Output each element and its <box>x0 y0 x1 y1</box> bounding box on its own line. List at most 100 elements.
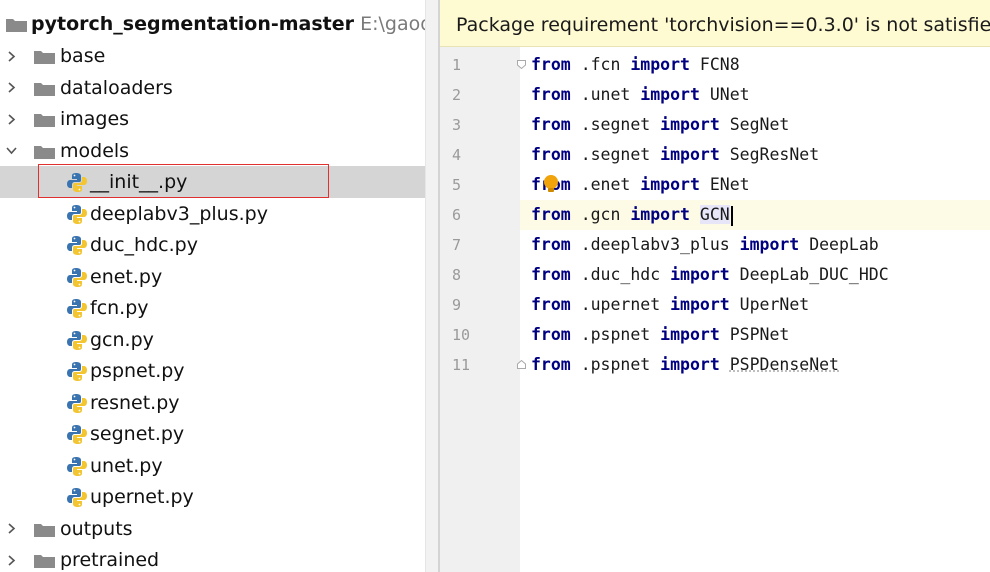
tree-item-label: resnet.py <box>90 391 180 414</box>
imported-name: SegNet <box>729 115 790 134</box>
tree-folder-base[interactable]: base <box>0 40 425 72</box>
folder-icon <box>34 114 55 127</box>
line-number: 3 <box>440 110 520 140</box>
tree-item-label: dataloaders <box>60 76 173 99</box>
keyword-import: import <box>630 55 690 74</box>
tree-folder-outputs[interactable]: outputs <box>0 513 425 545</box>
code-area[interactable]: from .fcn import FCN8 from .unet import U… <box>520 47 990 572</box>
fold-start-icon[interactable] <box>517 60 526 69</box>
tree-item-label: gcn.py <box>90 328 154 351</box>
line-number: 8 <box>440 260 520 290</box>
tree-folder-models[interactable]: models <box>0 135 425 167</box>
tree-item-label: enet.py <box>90 265 163 288</box>
chevron-right-icon[interactable] <box>6 82 17 93</box>
keyword-from: from <box>531 205 571 224</box>
folder-icon <box>34 145 55 159</box>
line-number-text: 1 <box>452 56 462 74</box>
expand-toggle[interactable] <box>4 513 18 545</box>
module-name: .segnet <box>580 115 651 134</box>
line-number: 2 <box>440 80 520 110</box>
expand-toggle[interactable] <box>4 40 18 72</box>
code-line[interactable]: from .deeplabv3_plus import DeepLab <box>520 230 990 260</box>
line-number-text: 8 <box>452 266 462 284</box>
imported-name: UperNet <box>739 295 810 314</box>
keyword-import: import <box>640 85 700 104</box>
code-line[interactable]: from .enet import ENet <box>520 170 990 200</box>
line-number-text: 2 <box>452 86 462 104</box>
tree-file-pspnet-py[interactable]: pspnet.py <box>0 355 425 387</box>
expand-toggle[interactable] <box>4 544 18 572</box>
keyword-from: from <box>531 355 571 374</box>
expand-toggle[interactable] <box>4 135 18 167</box>
code-line[interactable]: from .segnet import SegNet <box>520 110 990 140</box>
banner-text: Package requirement 'torchvision==0.3.0'… <box>456 14 990 36</box>
module-name: .pspnet <box>580 355 651 374</box>
chevron-right-icon[interactable] <box>6 50 17 62</box>
project-root-row[interactable]: pytorch_segmentation-master E:\gaodan\1\… <box>0 8 425 40</box>
code-line[interactable]: from .duc_hdc import DeepLab_DUC_HDC <box>520 260 990 290</box>
code-editor[interactable]: Package requirement 'torchvision==0.3.0'… <box>440 0 990 572</box>
tree-item-label: models <box>60 139 130 162</box>
module-name: .upernet <box>580 295 661 314</box>
keyword-from: from <box>531 145 571 164</box>
tree-item-label: outputs <box>60 517 133 540</box>
python-file-icon <box>67 236 87 255</box>
tree-file-upernet-py[interactable]: upernet.py <box>0 481 425 513</box>
chevron-right-icon[interactable] <box>6 523 17 534</box>
python-file-icon <box>67 488 87 507</box>
tree-file-enet-py[interactable]: enet.py <box>0 261 425 293</box>
code-line[interactable]: from .pspnet import PSPNet <box>520 320 990 350</box>
expand-toggle[interactable] <box>4 103 18 135</box>
project-root-name: pytorch_segmentation-master <box>31 13 355 35</box>
tree-item-label: unet.py <box>90 454 163 477</box>
line-number-text: 10 <box>452 326 471 344</box>
expand-toggle[interactable] <box>4 72 18 104</box>
tree-folder-pretrained[interactable]: pretrained <box>0 544 425 572</box>
imported-name: PSPDenseNet <box>729 355 839 374</box>
tree-item-label: pretrained <box>60 549 160 571</box>
lightbulb-icon[interactable] <box>542 174 560 194</box>
tree-file-fcn-py[interactable]: fcn.py <box>0 292 425 324</box>
keyword-import: import <box>660 355 720 374</box>
keyword-from: from <box>531 55 571 74</box>
code-line[interactable]: from .gcn import GCN <box>520 200 990 230</box>
tree-folder-images[interactable]: images <box>0 103 425 135</box>
folder-icon <box>34 82 55 96</box>
code-line[interactable]: from .segnet import SegResNet <box>520 140 990 170</box>
tree-file-unet-py[interactable]: unet.py <box>0 450 425 482</box>
line-number: 4 <box>440 140 520 170</box>
imported-name: ENet <box>709 175 750 194</box>
keyword-import: import <box>739 235 800 254</box>
requirement-warning-banner[interactable]: Package requirement 'torchvision==0.3.0'… <box>440 0 990 47</box>
code-line[interactable]: from .upernet import UperNet <box>520 290 990 320</box>
tree-file-gcn-py[interactable]: gcn.py <box>0 324 425 356</box>
project-scrollbar[interactable] <box>425 0 439 572</box>
keyword-import: import <box>640 175 700 194</box>
code-line[interactable]: from .pspnet import PSPDenseNet <box>520 350 990 380</box>
module-name: .enet <box>580 175 631 194</box>
code-line[interactable]: from .unet import UNet <box>520 80 990 110</box>
line-number-text: 3 <box>452 116 462 134</box>
tree-file-resnet-py[interactable]: resnet.py <box>0 387 425 419</box>
fold-end-icon[interactable] <box>517 360 526 369</box>
project-panel: pytorch_segmentation-master E:\gaodan\1\… <box>0 0 425 572</box>
chevron-right-icon[interactable] <box>6 554 17 566</box>
python-file-icon <box>67 267 87 287</box>
line-number-text: 4 <box>452 146 462 164</box>
tree-file-segnet-py[interactable]: segnet.py <box>0 418 425 450</box>
keyword-from: from <box>531 115 571 134</box>
chevron-down-icon[interactable] <box>5 145 17 156</box>
imported-name: DeepLab_DUC_HDC <box>739 265 889 284</box>
folder-icon <box>34 555 55 568</box>
code-line[interactable]: from .fcn import FCN8 <box>520 50 990 80</box>
tree-item-label: images <box>60 108 130 130</box>
tree-file-duc_hdc-py[interactable]: duc_hdc.py <box>0 229 425 261</box>
tree-folder-dataloaders[interactable]: dataloaders <box>0 72 425 104</box>
tree-item-label: pspnet.py <box>90 360 185 382</box>
imported-name: SegResNet <box>729 145 820 164</box>
chevron-right-icon[interactable] <box>6 113 17 125</box>
tree-file-deeplabv3_plus-py[interactable]: deeplabv3_plus.py <box>0 198 425 230</box>
tree-file-__init__-py[interactable]: __init__.py <box>0 166 425 198</box>
line-number: 5 <box>440 170 520 200</box>
keyword-from: from <box>531 295 571 314</box>
